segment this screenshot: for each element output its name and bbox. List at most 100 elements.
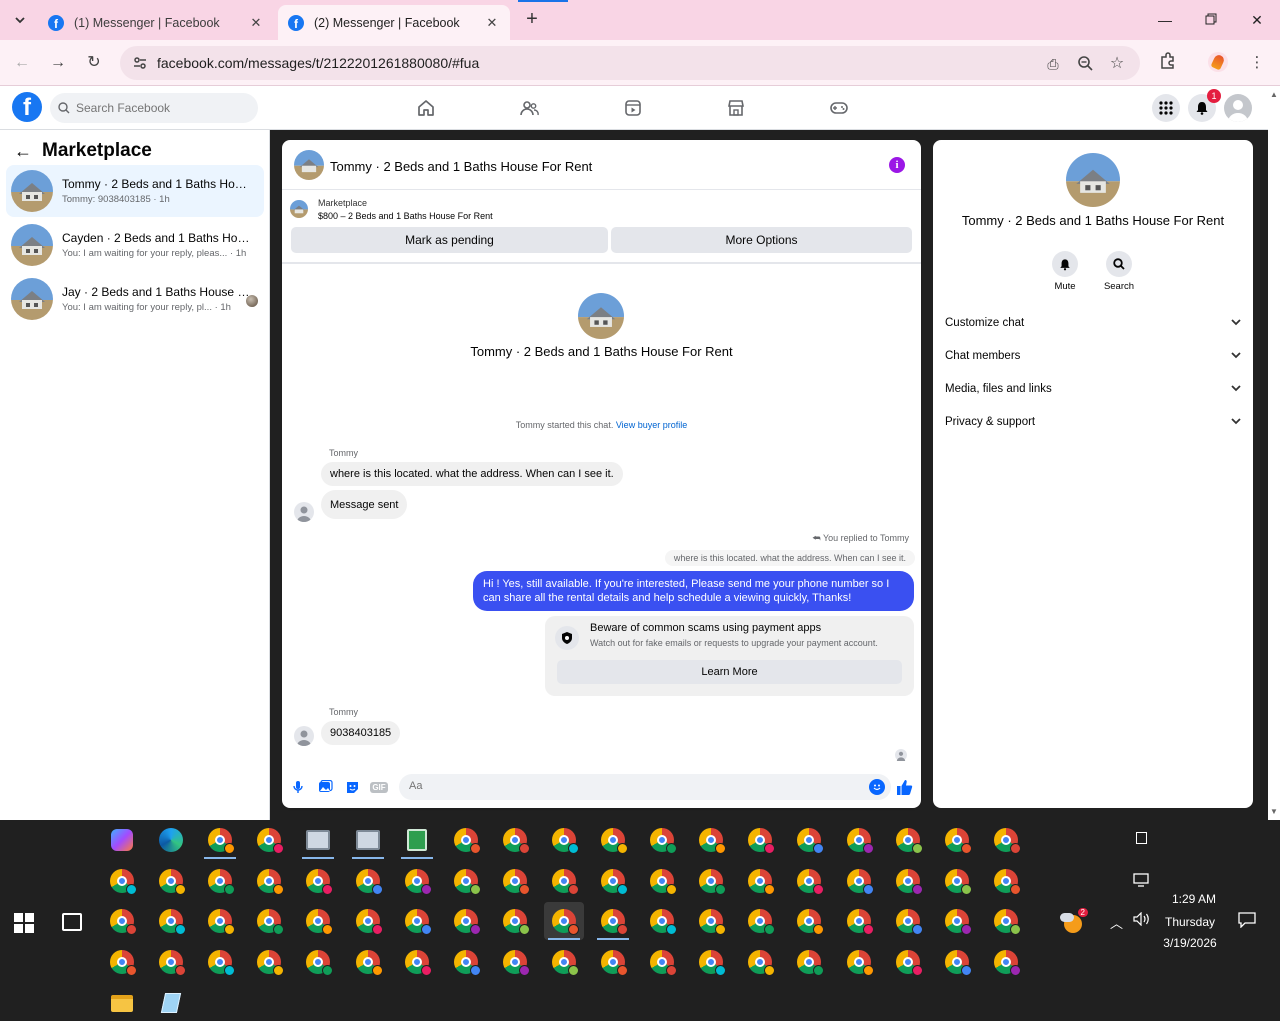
file-explorer-icon[interactable] bbox=[102, 984, 142, 1021]
chrome-profile-icon[interactable] bbox=[986, 943, 1026, 981]
chrome-profile-icon[interactable] bbox=[888, 862, 928, 900]
media-files-links-section[interactable]: Media, files and links bbox=[945, 376, 1241, 402]
new-tab-button[interactable]: + bbox=[520, 8, 544, 32]
emoji-icon[interactable] bbox=[869, 779, 885, 795]
edge-browser-icon[interactable] bbox=[151, 821, 191, 859]
chrome-profile-icon[interactable] bbox=[544, 943, 584, 981]
chat-members-section[interactable]: Chat members bbox=[945, 343, 1241, 369]
info-icon[interactable]: i bbox=[889, 157, 905, 173]
my-message-bubble[interactable]: Hi ! Yes, still available. If you're int… bbox=[473, 571, 914, 611]
chrome-profile-icon[interactable] bbox=[495, 821, 535, 859]
chrome-profile-icon[interactable] bbox=[740, 902, 780, 940]
chrome-profile-icon[interactable] bbox=[249, 862, 289, 900]
install-app-icon[interactable]: ⎙ bbox=[1044, 55, 1062, 73]
back-arrow-icon[interactable]: ← bbox=[14, 141, 32, 162]
chrome-profile-icon[interactable] bbox=[298, 943, 338, 981]
site-settings-icon[interactable] bbox=[132, 55, 148, 71]
chrome-profile-icon[interactable] bbox=[200, 821, 240, 859]
page-scrollbar[interactable]: ▲ ▼ bbox=[1268, 86, 1280, 820]
chrome-profile-icon[interactable] bbox=[740, 821, 780, 859]
chrome-profile-icon[interactable] bbox=[839, 943, 879, 981]
chrome-profile-icon[interactable] bbox=[593, 821, 633, 859]
chrome-profile-icon[interactable] bbox=[593, 862, 633, 900]
show-desktop-icon[interactable] bbox=[1136, 832, 1147, 844]
network-icon[interactable] bbox=[1133, 873, 1149, 890]
chrome-profile-icon[interactable] bbox=[888, 943, 928, 981]
chrome-profile-icon[interactable] bbox=[495, 943, 535, 981]
chrome-profile-icon[interactable] bbox=[642, 902, 682, 940]
nav-friends[interactable] bbox=[517, 96, 541, 120]
privacy-support-section[interactable]: Privacy & support bbox=[945, 409, 1241, 435]
chrome-profile-icon[interactable] bbox=[446, 821, 486, 859]
message-input[interactable] bbox=[409, 780, 849, 792]
clock-date[interactable]: 3/19/2026 bbox=[1158, 936, 1222, 950]
conversation-jay[interactable]: Jay · 2 Beds and 1 Baths House F... You:… bbox=[6, 273, 264, 325]
chrome-profile-icon[interactable] bbox=[348, 862, 388, 900]
chrome-profile-icon[interactable] bbox=[888, 902, 928, 940]
message-bubble[interactable]: Message sent bbox=[321, 490, 408, 519]
chrome-profile-icon[interactable] bbox=[495, 902, 535, 940]
chrome-profile-icon[interactable] bbox=[986, 821, 1026, 859]
sticker-button[interactable] bbox=[343, 778, 361, 796]
chrome-profile-icon[interactable] bbox=[249, 943, 289, 981]
chrome-profile-icon[interactable] bbox=[544, 821, 584, 859]
chrome-profile-icon[interactable] bbox=[397, 902, 437, 940]
chrome-profile-icon[interactable] bbox=[249, 821, 289, 859]
quoted-message[interactable]: where is this located. what the address.… bbox=[664, 550, 915, 566]
tab-search-button[interactable] bbox=[8, 8, 32, 32]
like-button[interactable] bbox=[895, 778, 913, 796]
profile-avatar-icon[interactable] bbox=[1208, 52, 1230, 74]
chrome-profile-icon[interactable] bbox=[789, 862, 829, 900]
attach-photo-button[interactable] bbox=[316, 778, 334, 796]
chrome-profile-icon[interactable] bbox=[839, 902, 879, 940]
house-avatar[interactable] bbox=[294, 150, 324, 180]
nav-home[interactable] bbox=[414, 96, 438, 120]
zoom-icon[interactable] bbox=[1076, 55, 1094, 73]
more-options-button[interactable]: More Options bbox=[611, 227, 912, 253]
clock-time[interactable]: 1:29 AM bbox=[1166, 892, 1222, 906]
forward-button[interactable]: → bbox=[46, 51, 70, 75]
chrome-profile-icon[interactable] bbox=[937, 862, 977, 900]
weather-icon[interactable]: 2 bbox=[1060, 908, 1088, 934]
chrome-profile-icon[interactable] bbox=[348, 943, 388, 981]
chrome-profile-icon[interactable] bbox=[642, 862, 682, 900]
clock-day[interactable]: Thursday bbox=[1160, 915, 1220, 929]
chrome-profile-icon[interactable] bbox=[937, 902, 977, 940]
learn-more-button[interactable]: Learn More bbox=[557, 660, 902, 684]
reload-button[interactable]: ↻ bbox=[82, 51, 106, 75]
conversation-cayden[interactable]: Cayden · 2 Beds and 1 Baths Hous... You:… bbox=[6, 219, 264, 271]
chrome-profile-icon[interactable] bbox=[789, 943, 829, 981]
chrome-profile-icon[interactable] bbox=[593, 943, 633, 981]
chrome-profile-icon[interactable] bbox=[446, 862, 486, 900]
chrome-profile-icon[interactable] bbox=[691, 943, 731, 981]
volume-icon[interactable] bbox=[1133, 911, 1151, 929]
chrome-profile-icon[interactable] bbox=[348, 902, 388, 940]
close-window-button[interactable]: ✕ bbox=[1234, 8, 1280, 32]
message-input-wrapper[interactable] bbox=[399, 774, 891, 800]
close-tab-icon[interactable]: ✕ bbox=[248, 15, 264, 31]
chrome-profile-icon[interactable] bbox=[544, 902, 584, 940]
chrome-profile-icon[interactable] bbox=[298, 862, 338, 900]
windows-start-icon[interactable] bbox=[14, 913, 34, 933]
mute-button[interactable]: Mute bbox=[1040, 251, 1090, 292]
chrome-profile-icon[interactable] bbox=[151, 943, 191, 981]
tab-messenger-1[interactable]: f (1) Messenger | Facebook ✕ bbox=[38, 5, 274, 40]
chrome-profile-icon[interactable] bbox=[937, 821, 977, 859]
chrome-profile-icon[interactable] bbox=[102, 862, 142, 900]
notepad-icon[interactable] bbox=[151, 984, 191, 1021]
listing-summary[interactable]: Marketplace $800 – 2 Beds and 1 Baths Ho… bbox=[290, 196, 910, 224]
notifications-button[interactable]: 1 bbox=[1188, 89, 1221, 122]
chrome-profile-icon[interactable] bbox=[544, 862, 584, 900]
chrome-profile-icon[interactable] bbox=[200, 902, 240, 940]
chrome-profile-icon[interactable] bbox=[249, 902, 289, 940]
tab-messenger-2[interactable]: f (2) Messenger | Facebook ✕ bbox=[278, 5, 510, 40]
task-view-icon[interactable] bbox=[62, 913, 82, 931]
chrome-profile-icon[interactable] bbox=[397, 862, 437, 900]
chrome-profile-icon[interactable] bbox=[397, 943, 437, 981]
chrome-profile-icon[interactable] bbox=[986, 862, 1026, 900]
show-hidden-icons-chevron-icon[interactable]: ︿ bbox=[1110, 913, 1123, 932]
chrome-profile-icon[interactable] bbox=[789, 821, 829, 859]
browser-menu-icon[interactable]: ⋮ bbox=[1246, 52, 1268, 74]
chrome-profile-icon[interactable] bbox=[691, 902, 731, 940]
minimize-button[interactable]: — bbox=[1142, 8, 1188, 32]
